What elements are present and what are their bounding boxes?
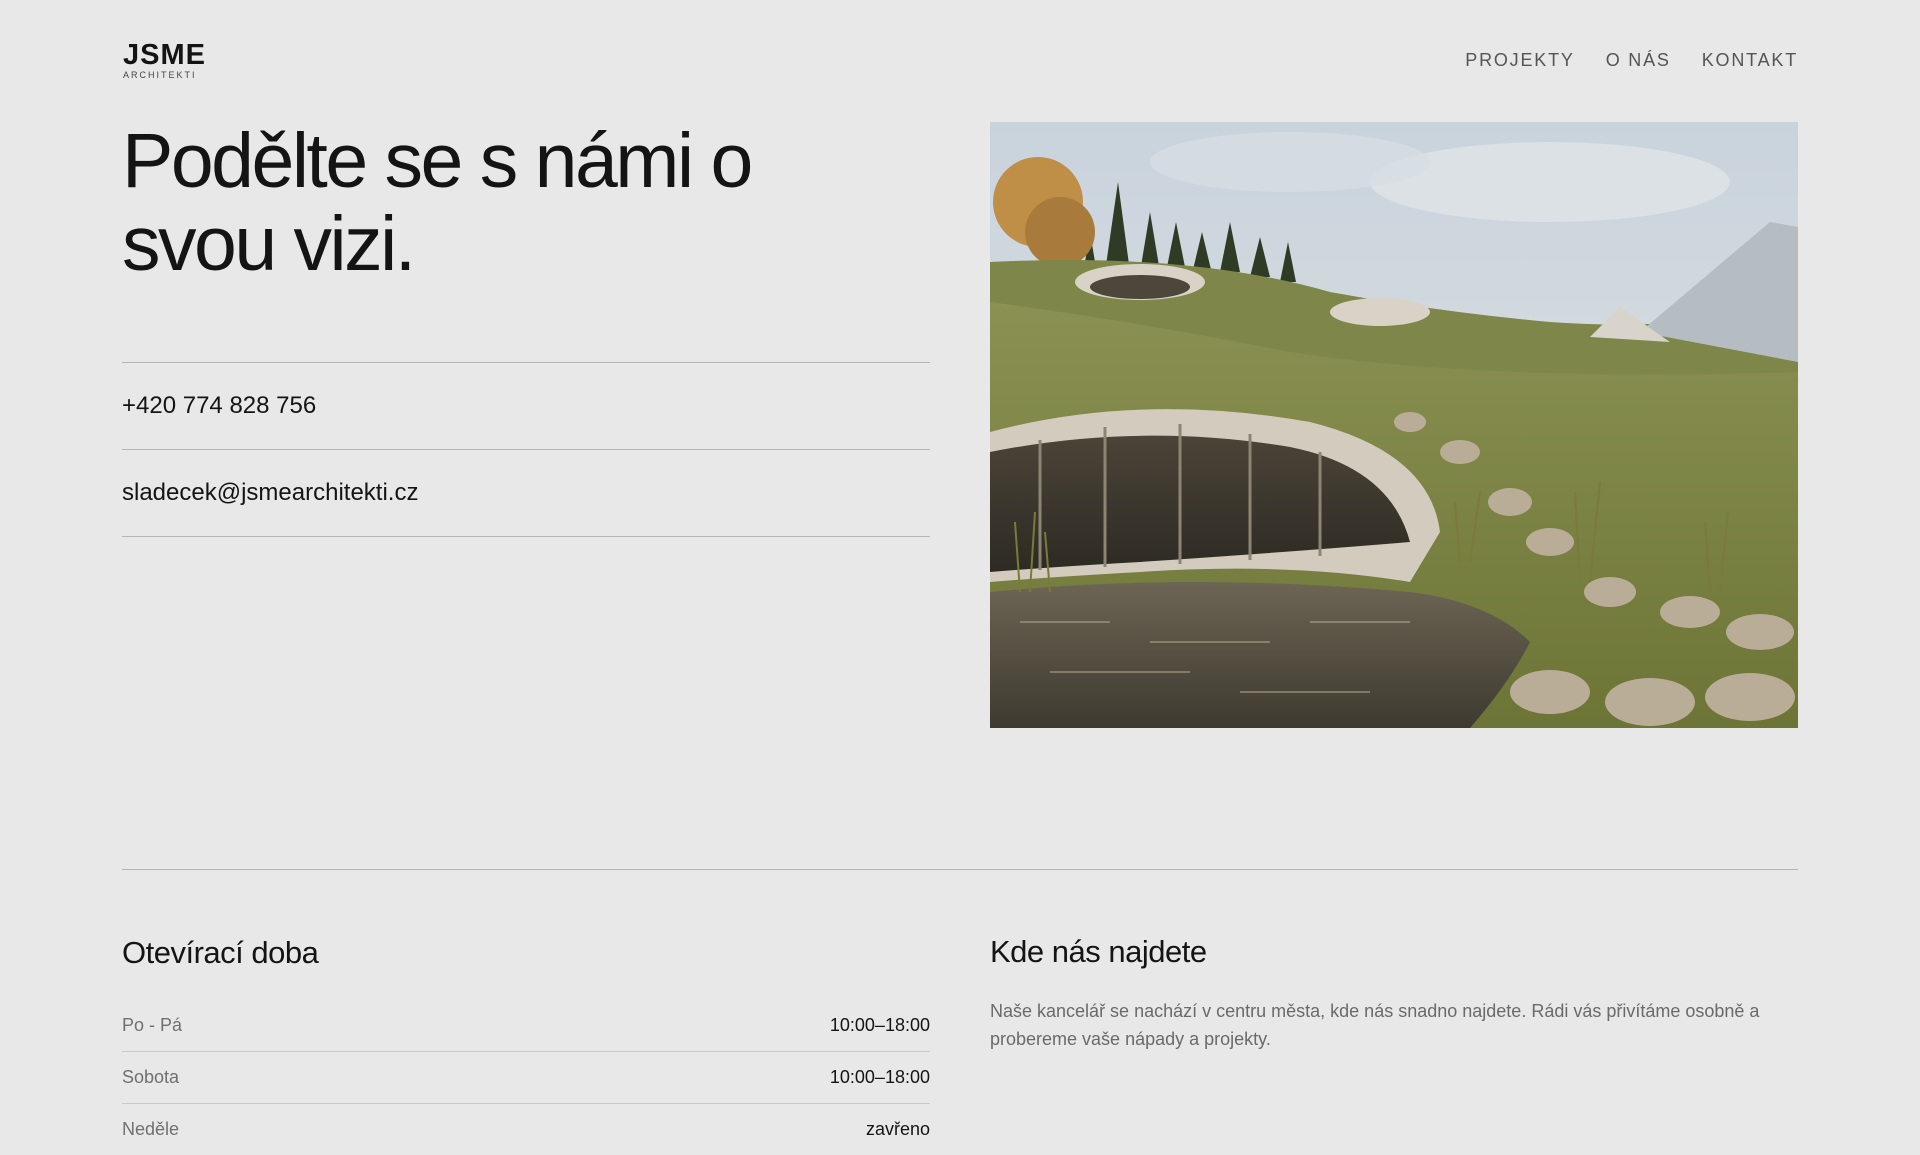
page-title: Podělte se s námi o svou vizi. [122, 120, 822, 286]
contact-list: +420 774 828 756 sladecek@jsmearchitekti… [122, 362, 930, 537]
nav-projekty[interactable]: PROJEKTY [1465, 48, 1574, 72]
logo-wordmark: JSME [123, 39, 206, 71]
hours-row: Po - Pá 10:00–18:00 [122, 1000, 930, 1052]
hero-image [990, 122, 1798, 728]
hours-title: Otevírací doba [122, 935, 319, 970]
hours-time: zavřeno [865, 1119, 930, 1139]
location-description: Naše kancelář se nachází v centru města,… [990, 1001, 1760, 1049]
phone-link[interactable]: +420 774 828 756 [122, 363, 930, 450]
email-link[interactable]: sladecek@jsmearchitekti.cz [122, 450, 930, 537]
main-nav: PROJEKTY O NÁS KONTAKT [1465, 48, 1798, 72]
logo[interactable]: JSME ARCHITEKTI [123, 39, 206, 80]
hours-row: Neděle zavřeno [122, 1104, 930, 1155]
section-divider [122, 869, 1798, 870]
hours-row: Sobota 10:00–18:00 [122, 1052, 930, 1104]
hours-day: Neděle [122, 1119, 180, 1139]
nav-kontakt[interactable]: KONTAKT [1702, 48, 1798, 72]
hours-table: Po - Pá 10:00–18:00 Sobota 10:00–18:00 N… [122, 1000, 930, 1155]
hours-day: Sobota [122, 1067, 180, 1087]
hours-time: 10:00–18:00 [829, 1067, 930, 1087]
page-title-line-2: svou vizi. [122, 201, 416, 287]
page-title-line-1: Podělte se s námi o [122, 118, 753, 204]
nav-o-nas[interactable]: O NÁS [1606, 48, 1671, 72]
hours-time: 10:00–18:00 [829, 1015, 930, 1035]
hours-day: Po - Pá [122, 1015, 183, 1035]
location-title: Kde nás najdete [990, 934, 1207, 969]
logo-subtitle: ARCHITEKTI [123, 70, 197, 80]
